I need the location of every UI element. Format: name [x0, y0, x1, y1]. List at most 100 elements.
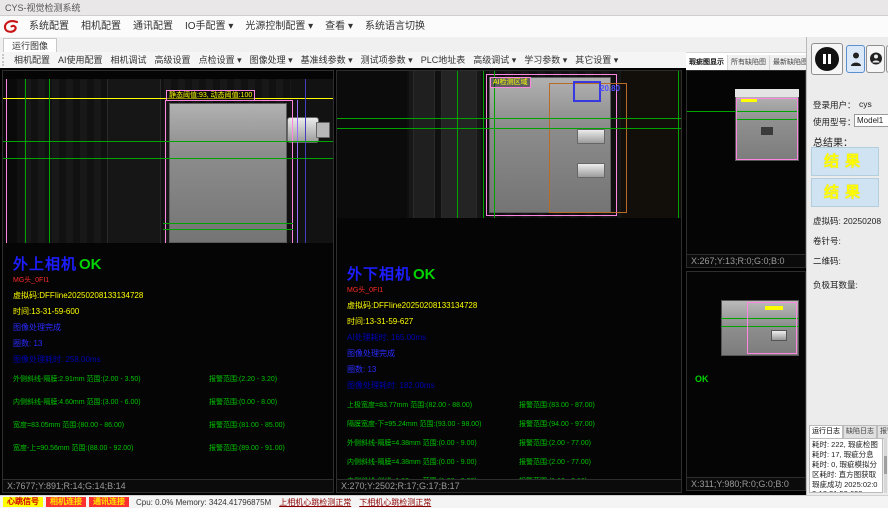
camera-name-label: 外下相机: [347, 266, 411, 283]
menu-system-config[interactable]: 系统配置: [23, 17, 75, 37]
log-tab-defect[interactable]: 缺陷日志: [843, 425, 877, 438]
tab-run-image[interactable]: 运行图像: [3, 38, 57, 53]
baseline-green-1: [3, 141, 333, 142]
tab-defect-display[interactable]: 瑕疵图显示: [686, 55, 728, 70]
alarm-range: 报警范围:(0.00 - 8.00): [209, 397, 277, 407]
roll-pin-label: 卷针号:: [813, 235, 841, 247]
log-tab-run[interactable]: 运行日志: [809, 425, 843, 438]
qr-code-label: 二维码:: [813, 255, 841, 267]
measurement-row: 隔膜宽度-下=95.24mm 范围:(93.00 - 98.00)报警范围:(9…: [347, 419, 677, 429]
tool-baseline-params[interactable]: 基准线参数 ▾: [297, 53, 357, 68]
menu-view[interactable]: 查看 ▾: [319, 17, 359, 37]
measurement-row: 内侧斜线-隔膜=4.38mm 范围:(0.00 - 9.00)报警范围:(2.0…: [347, 457, 677, 467]
tool-other-settings[interactable]: 其它设置 ▾: [571, 53, 622, 68]
camera-view-lower-outer[interactable]: 20.80 AI检测区域 外下相机OK MG头_0FI1 虚拟码:DFFIine…: [336, 70, 682, 493]
alarm-range: 报警范围:(2.20 - 3.20): [209, 374, 277, 384]
measurement-row: 上极宽度=83.77mm 范围:(82.00 - 88.00)报警范围:(83.…: [347, 400, 677, 410]
measurement-row: 内侧斜线-隔膜:4.60mm 范围:(3.00 - 6.00)报警范围:(0.0…: [13, 397, 329, 407]
preview-panel-bottom[interactable]: OK X:311;Y:980;R:0;G:0;B:0: [686, 271, 806, 491]
overlay-purple-line: [297, 100, 298, 243]
tool-spotcheck-settings[interactable]: 点检设置 ▾: [195, 53, 246, 68]
preview-ok-label: OK: [695, 374, 709, 384]
tab-all-defects[interactable]: 所有缺陷图: [728, 55, 770, 70]
login-user-label: 登录用户：: [813, 99, 856, 111]
roi-value-label: 20.80: [600, 84, 620, 93]
user-login-button[interactable]: [846, 45, 865, 73]
tool-learning-params[interactable]: 学习参数 ▾: [520, 53, 571, 68]
camera-conn-badge: 相机连接: [46, 497, 86, 507]
measure-value: 内侧斜线-隔膜:4.60mm 范围:(3.00 - 6.00): [13, 397, 209, 407]
tool-plc-address-table[interactable]: PLC地址表: [417, 53, 470, 68]
measure-value: 内侧斜线-隔膜=4.38mm 范围:(0.00 - 9.00): [347, 457, 519, 467]
process-elapsed-line: 图像处理耗时: 258.00ms: [13, 354, 329, 365]
tool-ai-usage-config[interactable]: AI使用配置: [54, 53, 107, 68]
roi-rect-blue: [573, 81, 601, 102]
alarm-range: 报警范围:(2.00 - 77.00): [519, 438, 591, 448]
time-line: 时间:13-31-59-600: [13, 306, 329, 317]
lower-camera-heartbeat-link[interactable]: 下相机心跳检测正常: [359, 497, 431, 508]
preview-image-top[interactable]: [735, 89, 799, 161]
result-ok-label: OK: [79, 256, 102, 273]
camera-id-label: MG头_0FI1: [347, 285, 677, 295]
menu-comm-config[interactable]: 通讯配置: [127, 17, 179, 37]
tool-advanced-debug[interactable]: 高级调试 ▾: [469, 53, 520, 68]
result-box-1: 结果: [811, 147, 879, 176]
tool-advanced-settings[interactable]: 高级设置: [151, 53, 195, 68]
overlay-blue-line: [305, 79, 306, 243]
model-label: 使用型号：: [813, 116, 856, 128]
tool-camera-debug[interactable]: 相机调试: [107, 53, 151, 68]
virtual-code-line: 虚拟码:DFFIine20250208133134728: [347, 300, 677, 311]
menu-light-control[interactable]: 光源控制配置 ▾: [239, 17, 319, 37]
ref-green-v1: [25, 79, 26, 243]
ref-green-v2: [49, 79, 50, 243]
camera-image-upper-outer[interactable]: 静态阈值:93, 动态阈值:100: [3, 79, 333, 243]
log-scrollbar[interactable]: [884, 438, 887, 493]
upper-camera-heartbeat-link[interactable]: 上相机心跳检测正常: [279, 497, 351, 508]
ai-elapsed-line: AI处理耗时: 165.00ms: [347, 332, 677, 343]
toolbar: 相机配置 AI使用配置 相机调试 高级设置 点检设置 ▾ 图像处理 ▾ 基准线参…: [0, 52, 686, 69]
cycle-count-line: 圈数: 13: [347, 364, 677, 375]
baseline-green-2: [3, 158, 333, 159]
user-badge-icon: [869, 51, 883, 67]
tab-count-label: 负极耳数量:: [813, 279, 858, 291]
ref-green-v3: [494, 71, 495, 218]
alarm-range: 报警范围:(81.00 - 85.00): [209, 420, 285, 430]
pause-button[interactable]: [811, 43, 843, 75]
process-elapsed-line: 图像处理耗时: 182.00ms: [347, 380, 677, 391]
measurement-row: 宽度-上=90.56mm 范围:(88.00 - 92.00)报警范围:(89.…: [13, 443, 329, 453]
alarm-range: 报警范围:(2.00 - 77.00): [519, 457, 591, 467]
log-tab-alarm[interactable]: 报警日志: [877, 425, 888, 438]
window-titlebar[interactable]: CYS-视觉检测系统: [0, 0, 888, 16]
app-logo-icon: [2, 19, 20, 35]
measurement-list: 外侧斜线-隔膜:2.91mm 范围:(2.00 - 3.50)报警范围:(2.2…: [13, 374, 329, 453]
baseline-green-2: [337, 128, 681, 129]
tab-metal-1: [577, 129, 605, 144]
measure-value: 上极宽度=83.77mm 范围:(82.00 - 88.00): [347, 400, 519, 410]
menu-camera-config[interactable]: 相机配置: [75, 17, 127, 37]
camera-view-upper-outer[interactable]: 静态阈值:93, 动态阈值:100 外上相机OK MG头_0FI1 虚拟码:DF…: [2, 70, 334, 493]
alarm-range: 报警范围:(89.00 - 91.00): [209, 443, 285, 453]
login-user-value: cys: [859, 99, 872, 109]
menu-language-switch[interactable]: 系统语言切换: [359, 17, 431, 37]
preview-image-bottom[interactable]: [721, 300, 799, 356]
heartbeat-badge: 心跳信号: [3, 497, 43, 507]
user-manage-button[interactable]: [866, 45, 885, 73]
virtual-code-label: 虚拟码: 20250208: [813, 215, 881, 227]
model-input[interactable]: Model1: [854, 114, 888, 127]
status-bar: 心跳信号 相机连接 通讯连接 Cpu: 0.0% Memory: 3424.41…: [0, 495, 888, 508]
result-block-lower-outer: 外下相机OK MG头_0FI1 虚拟码:DFFIine2025020813313…: [347, 263, 677, 514]
result-box-2: 结果: [811, 178, 879, 207]
camera-image-lower-outer[interactable]: 20.80 AI检测区域: [337, 71, 681, 218]
menu-io-config[interactable]: IO手配置 ▾: [179, 17, 239, 37]
tool-image-processing[interactable]: 图像处理 ▾: [246, 53, 297, 68]
preview-panel-top[interactable]: X:267;Y:13;R:0;G:0;B:0: [686, 70, 806, 268]
pixel-coords-upper-outer: X:7677;Y:891;R:14;G:14;B:14: [3, 479, 333, 492]
tool-test-params[interactable]: 测试项参数 ▾: [357, 53, 417, 68]
measurement-row: 宽度=83.05mm 范围:(80.00 - 86.00)报警范围:(81.00…: [13, 420, 329, 430]
result-title: 外下相机OK: [347, 263, 677, 284]
measure-value: 宽度=83.05mm 范围:(80.00 - 86.00): [13, 420, 209, 430]
tool-camera-config[interactable]: 相机配置: [10, 53, 54, 68]
ref-green-v1: [457, 71, 458, 218]
measure-value: 外侧斜线-隔膜:2.91mm 范围:(2.00 - 3.50): [13, 374, 209, 384]
roi-rect-orange: [549, 83, 627, 213]
